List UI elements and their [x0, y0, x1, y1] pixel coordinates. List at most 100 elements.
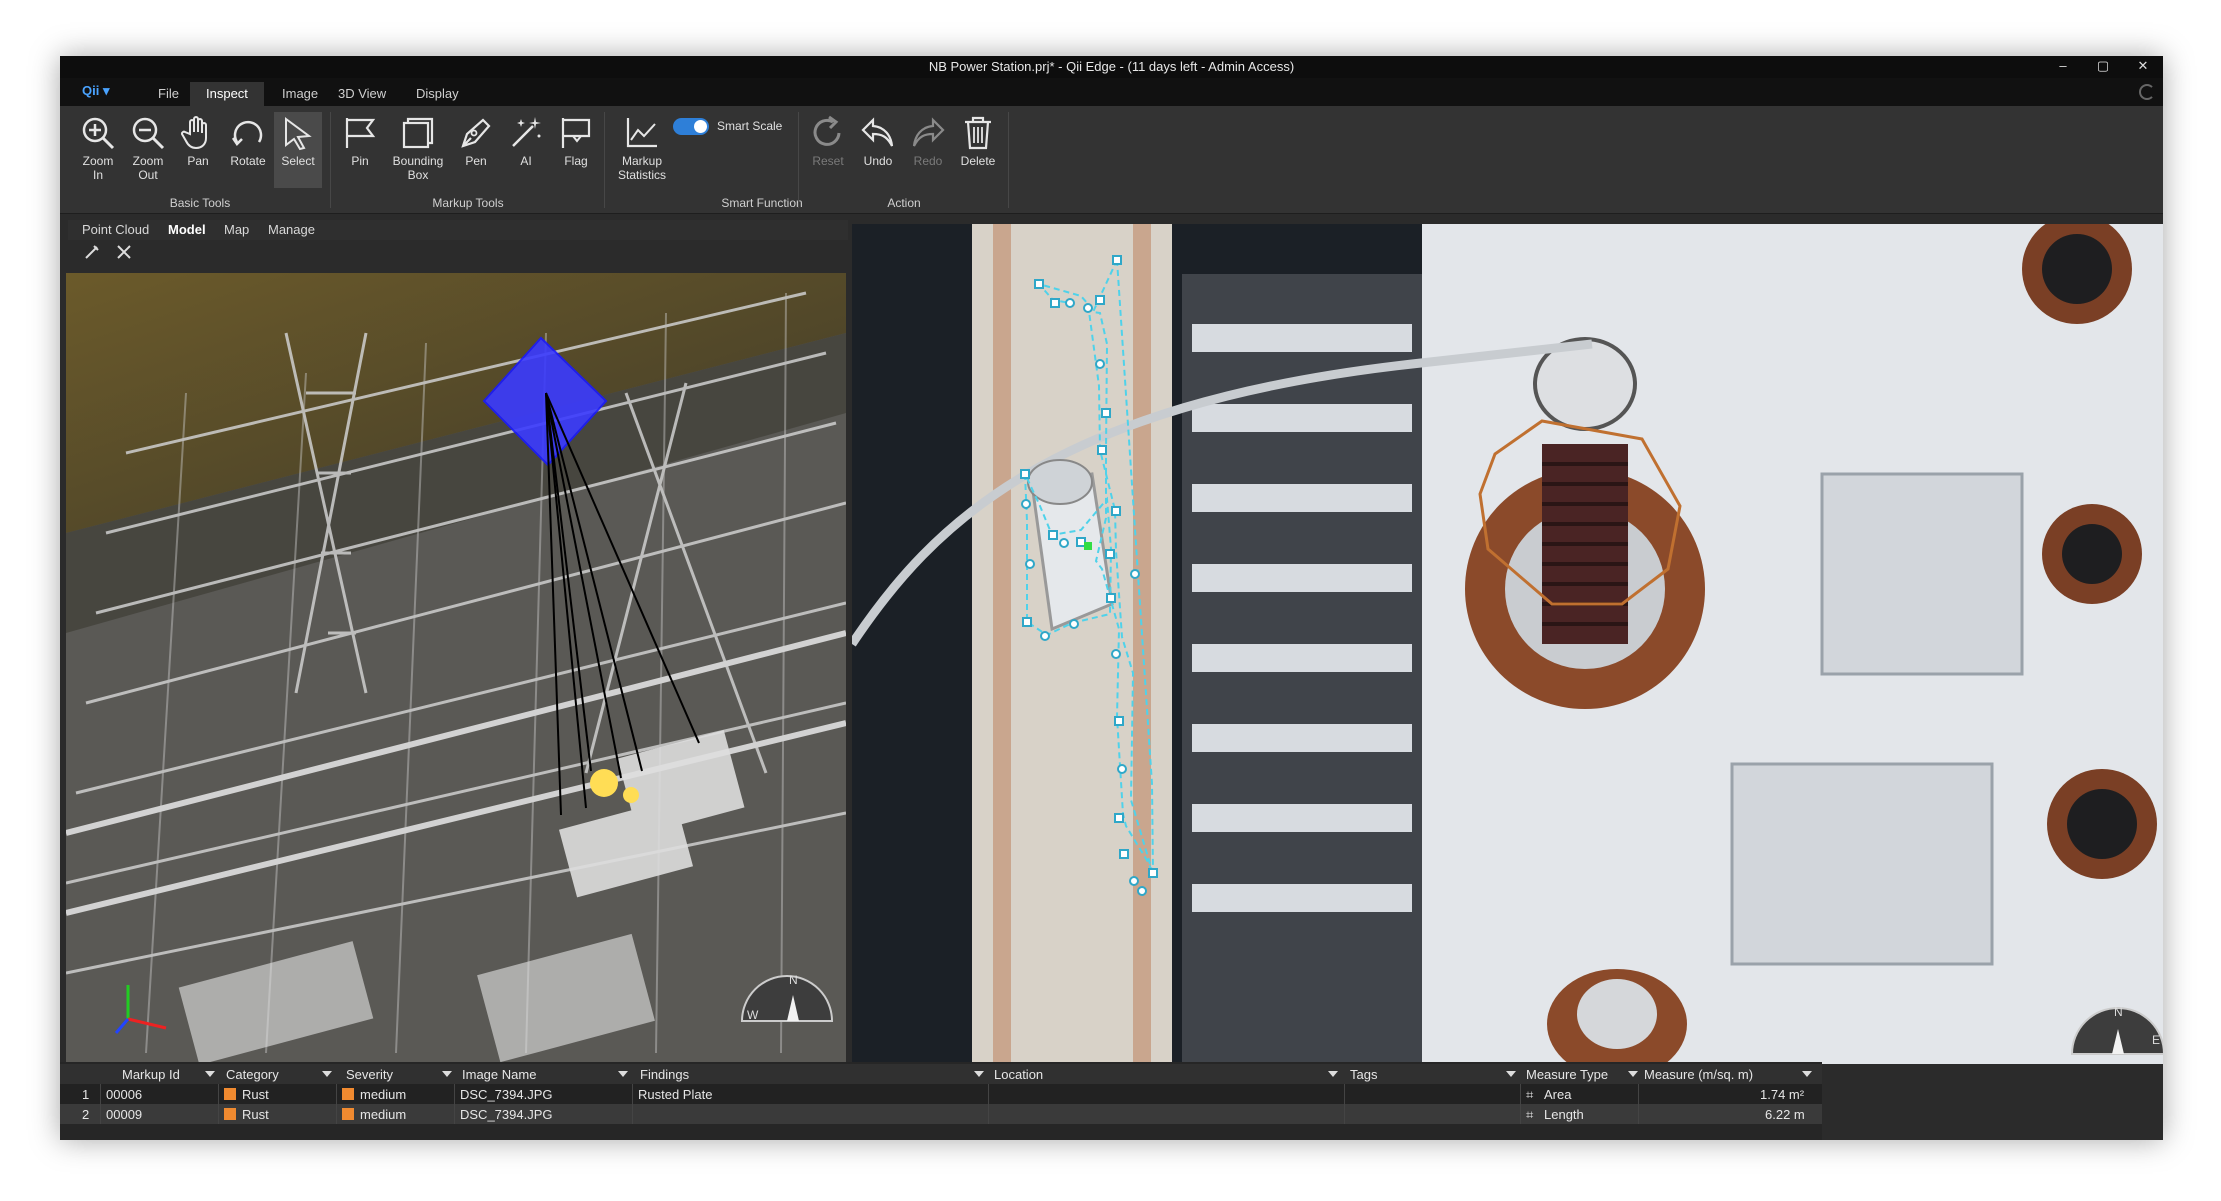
reset-button[interactable]: Reset [804, 112, 852, 168]
table-row[interactable]: 1 00006 Rust medium DSC_7394.JPG Rusted … [60, 1084, 1822, 1104]
zoom-out-button[interactable]: Zoom Out [124, 112, 172, 182]
pan-label: Pan [187, 154, 209, 168]
column-header-location[interactable]: Location [994, 1067, 1043, 1082]
app-window: NB Power Station.prj* - Qii Edge - (11 d… [60, 56, 2163, 1140]
ribbon-separator [798, 112, 799, 208]
column-divider [1638, 1084, 1639, 1124]
bounding-box-icon [402, 117, 434, 149]
tab-point-cloud[interactable]: Point Cloud [82, 222, 149, 237]
close-icon[interactable] [116, 244, 132, 260]
filter-arrow-icon[interactable] [205, 1071, 215, 1077]
reset-icon [813, 115, 841, 146]
compass-east-label: E [2152, 1033, 2160, 1047]
pen-button[interactable]: Pen [452, 112, 500, 168]
undo-button[interactable]: Undo [854, 112, 902, 168]
filter-arrow-icon[interactable] [1506, 1071, 1516, 1077]
column-divider [336, 1084, 337, 1124]
menu-bar: Qii ▾ File Inspect Image 3D View Display [60, 78, 2163, 106]
rotate-button[interactable]: Rotate [224, 112, 272, 168]
refresh-icon[interactable] [2139, 84, 2155, 100]
image-name-cell: DSC_7394.JPG [460, 1107, 553, 1122]
measure-value-cell: 6.22 m [1765, 1107, 1805, 1122]
row-index: 2 [82, 1107, 90, 1122]
tab-model[interactable]: Model [168, 222, 206, 237]
column-header-image-name[interactable]: Image Name [462, 1067, 536, 1082]
table-row[interactable]: 2 00009 Rust medium DSC_7394.JPG ⌗ Lengt… [60, 1104, 1822, 1124]
rotate-label: Rotate [230, 154, 266, 168]
column-divider [454, 1084, 455, 1124]
column-header-category[interactable]: Category [226, 1067, 279, 1082]
column-header-markup-id[interactable]: Markup Id [122, 1067, 180, 1082]
tab-inspect[interactable]: Inspect [190, 82, 264, 106]
filter-arrow-icon[interactable] [442, 1071, 452, 1077]
flag-button[interactable]: Flag [552, 112, 600, 168]
column-divider [988, 1084, 989, 1124]
smart-scale-toggle[interactable] [673, 118, 709, 135]
measure-icon[interactable] [84, 244, 100, 260]
column-header-measure-type[interactable]: Measure Type [1526, 1067, 1608, 1082]
ribbon-toolbar: Zoom In Zoom Out Pan Rotate Select Basic… [60, 106, 2163, 214]
filter-arrow-icon[interactable] [322, 1071, 332, 1077]
image-view[interactable]: N E [852, 224, 2163, 1064]
severity-color-swatch [342, 1108, 354, 1120]
markup-tools-label: Markup Tools [432, 196, 504, 210]
ai-button[interactable]: AI [502, 112, 550, 168]
cursor-icon [285, 117, 312, 151]
filter-arrow-icon[interactable] [974, 1071, 984, 1077]
redo-button[interactable]: Redo [904, 112, 952, 168]
smart-scale-label: Smart Scale [717, 119, 783, 133]
reset-label: Reset [812, 154, 844, 168]
category-cell: Rust [242, 1107, 269, 1122]
column-header-tags[interactable]: Tags [1350, 1067, 1377, 1082]
redo-label: Redo [913, 154, 943, 168]
close-button[interactable]: ✕ [2123, 56, 2163, 78]
category-cell: Rust [242, 1087, 269, 1102]
pin-button[interactable]: Pin [336, 112, 384, 168]
tab-file[interactable]: File [142, 82, 195, 106]
left-panel-tabs: Point Cloud Model Map Manage [68, 220, 848, 240]
ai-label: AI [520, 154, 532, 168]
column-divider [218, 1084, 219, 1124]
minimize-button[interactable]: – [2043, 56, 2083, 78]
pen-icon [461, 118, 491, 148]
column-divider [1520, 1084, 1521, 1124]
tab-map[interactable]: Map [224, 222, 249, 237]
zoom-in-button[interactable]: Zoom In [74, 112, 122, 182]
category-color-swatch [224, 1088, 236, 1100]
select-button[interactable]: Select [274, 112, 322, 188]
app-logo[interactable]: Qii ▾ [82, 83, 109, 99]
column-header-measure[interactable]: Measure (m/sq. m) [1644, 1067, 1753, 1082]
measure-area-icon: ⌗ [1526, 1087, 1534, 1102]
compass-west-label: W [747, 1008, 759, 1022]
measure-type-cell: Length [1544, 1107, 1584, 1122]
tab-display[interactable]: Display [400, 82, 475, 106]
3d-model-view[interactable]: N W [66, 273, 846, 1063]
markup-table: Markup Id Category Severity Image Name F… [60, 1062, 1822, 1140]
tab-3d-view[interactable]: 3D View [322, 82, 402, 106]
column-header-findings[interactable]: Findings [640, 1067, 689, 1082]
tab-manage[interactable]: Manage [268, 222, 315, 237]
markup-statistics-button[interactable]: Markup Statistics [612, 112, 672, 182]
action-label: Action [887, 196, 921, 210]
column-divider [1344, 1084, 1345, 1124]
filter-arrow-icon[interactable] [1328, 1071, 1338, 1077]
maximize-button[interactable]: ▢ [2083, 56, 2123, 78]
bounding-box-button[interactable]: Bounding Box [388, 112, 448, 182]
column-header-severity[interactable]: Severity [346, 1067, 393, 1082]
redo-icon [912, 117, 945, 147]
window-title: NB Power Station.prj* - Qii Edge - (11 d… [928, 59, 1295, 74]
delete-button[interactable]: Delete [954, 112, 1002, 168]
filter-arrow-icon[interactable] [1628, 1071, 1638, 1077]
hand-icon [181, 116, 207, 150]
pin-label: Pin [351, 154, 369, 168]
filter-arrow-icon[interactable] [1802, 1071, 1812, 1077]
markup-statistics-label-1: Markup [621, 154, 662, 168]
markup-id-cell: 00006 [106, 1087, 143, 1102]
filter-arrow-icon[interactable] [618, 1071, 628, 1077]
bounding-box-label-2: Box [407, 168, 429, 182]
pan-button[interactable]: Pan [174, 112, 222, 168]
ribbon-separator [330, 112, 331, 208]
rotate-icon [231, 120, 263, 146]
ribbon-separator [604, 112, 605, 208]
image-name-cell: DSC_7394.JPG [460, 1087, 553, 1102]
